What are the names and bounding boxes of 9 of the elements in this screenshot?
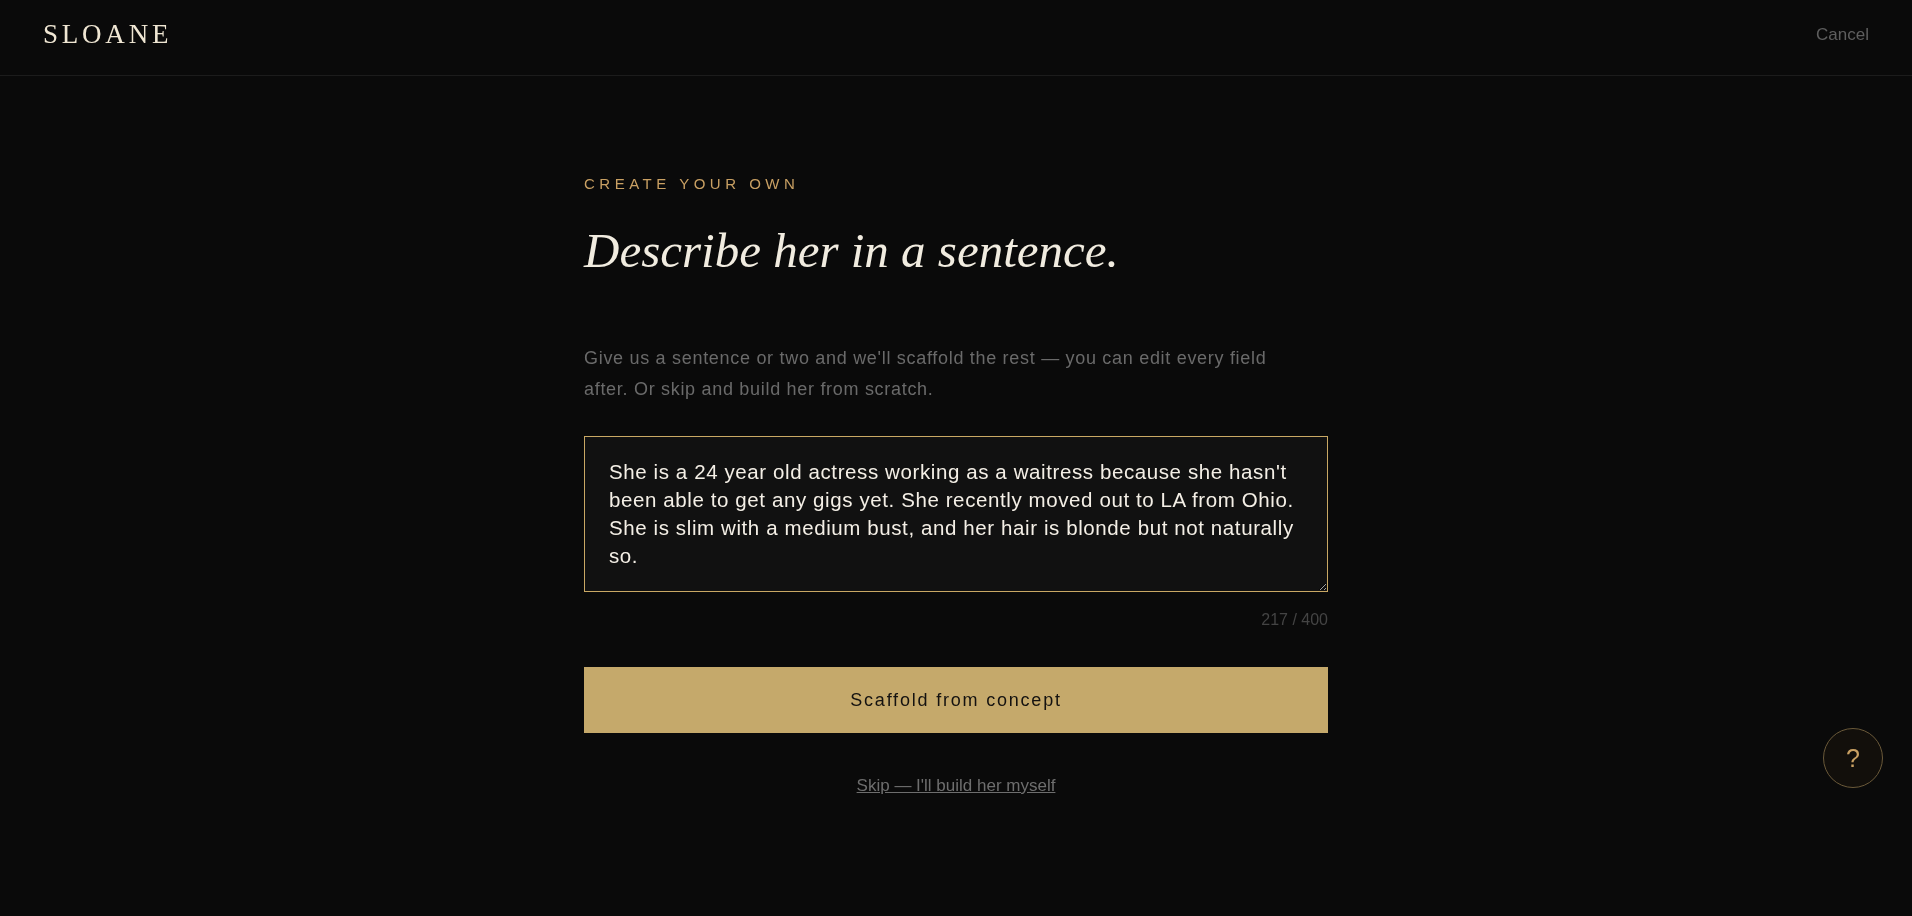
skip-link[interactable]: Skip — I'll build her myself (856, 776, 1056, 795)
character-counter: 217 / 400 (1260, 610, 1328, 630)
scaffold-button[interactable]: Scaffold from concept (584, 667, 1328, 733)
logo-wordmark: SLOANE (43, 21, 173, 48)
concept-textarea[interactable]: She is a 24 year old actress working as a waitress because she hasn't been able to get any gigs yet. She recently moved out to LA from Ohio. She is slim with a medium bust, and her hair is blonde but not naturally so. (584, 436, 1328, 592)
help-button[interactable]: ? (1823, 728, 1883, 788)
page-title: Describe her in a sentence. (584, 222, 1120, 280)
description-text: Give us a sentence or two and we'll scaffold the rest — you can edit every field after. Or skip and build her from scratch. (584, 347, 1268, 401)
section-eyebrow: CREATE YOUR OWN (584, 175, 801, 193)
